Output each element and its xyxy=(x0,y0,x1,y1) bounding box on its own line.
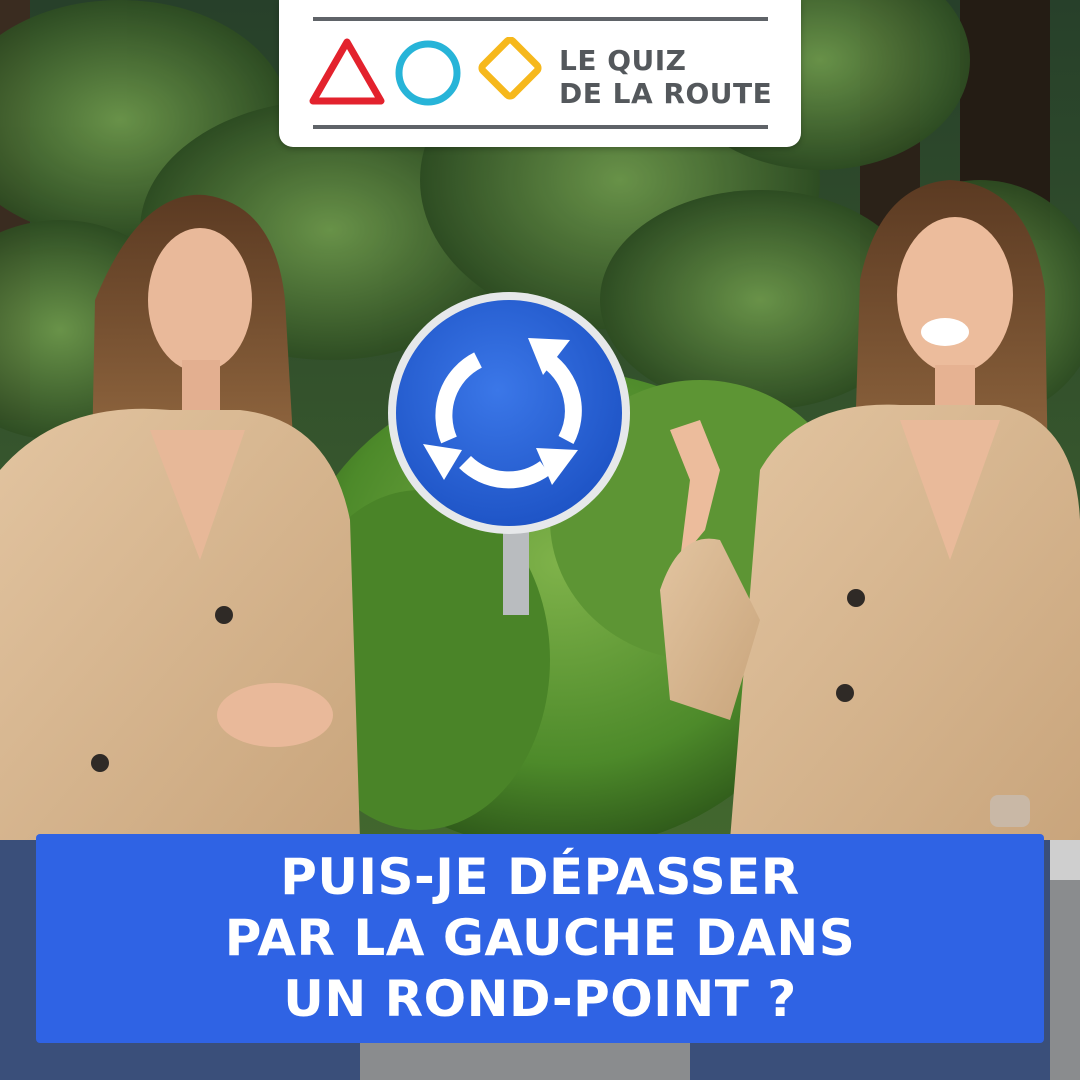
logo-title-line-2: DE LA ROUTE xyxy=(559,77,773,110)
yellow-diamond-icon xyxy=(478,37,542,100)
roundabout-sign-icon xyxy=(388,292,630,534)
blue-circle-icon xyxy=(395,40,461,106)
logo-shapes xyxy=(309,37,542,106)
question-line-1: PUIS-JE DÉPASSER xyxy=(280,848,800,906)
logo-title: LE QUIZ DE LA ROUTE xyxy=(559,44,779,110)
logo-divider-top xyxy=(313,17,768,21)
quiz-logo-card: LE QUIZ DE LA ROUTE xyxy=(279,0,801,147)
logo-title-line-1: LE QUIZ xyxy=(559,44,687,77)
question-line-2: PAR LA GAUCHE DANS xyxy=(224,909,856,967)
question-banner: PUIS-JE DÉPASSER PAR LA GAUCHE DANS UN R… xyxy=(36,834,1044,1043)
question-line-3: UN ROND-POINT ? xyxy=(283,970,797,1028)
red-triangle-icon xyxy=(309,38,385,105)
logo-divider-bottom xyxy=(313,125,768,129)
